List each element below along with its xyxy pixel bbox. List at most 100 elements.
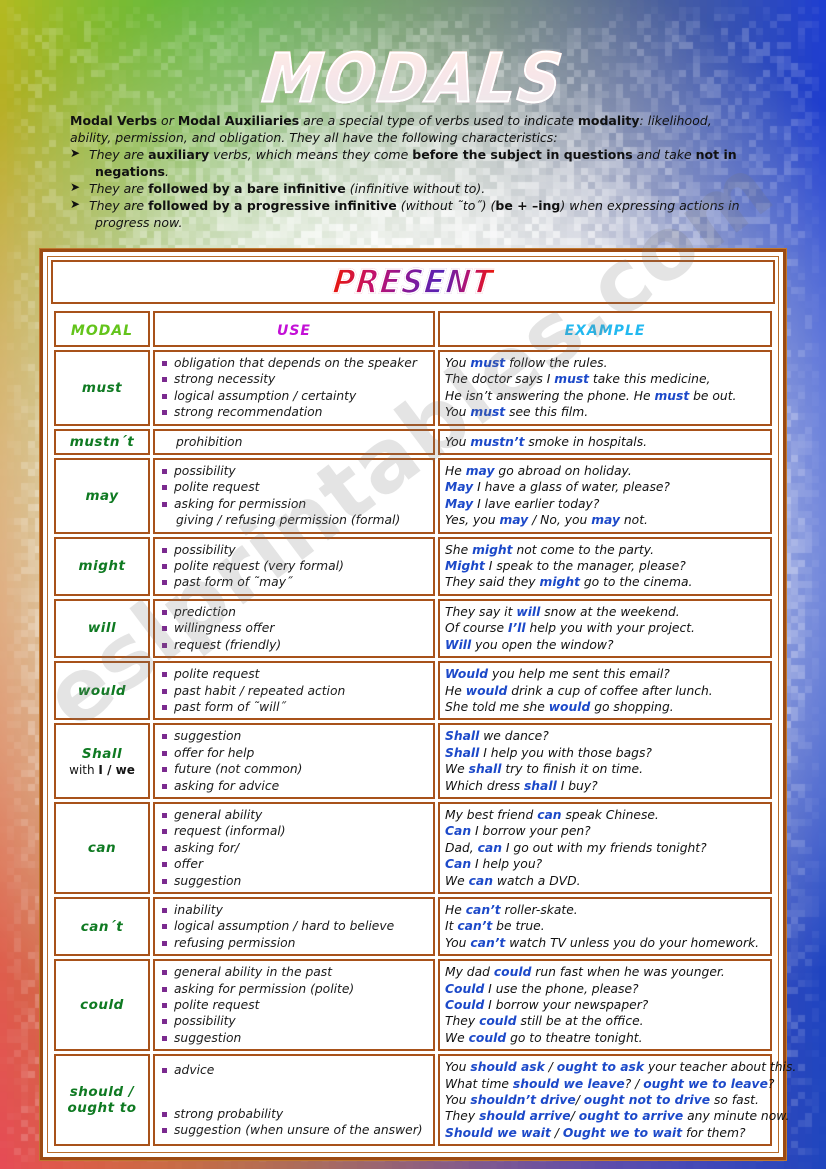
table-row: Shall with I / we suggestion offer for help… bbox=[54, 723, 772, 799]
worksheet-sheet: MODALS Modal Verbs or Modal Auxiliaries … bbox=[0, 0, 826, 1169]
use-list-item: prohibition bbox=[176, 434, 243, 449]
example-sentence: The doctor says I must take this medicin… bbox=[445, 372, 711, 387]
example-sentence: Could I borrow your newspaper? bbox=[445, 998, 649, 1012]
highlighted-modal: must bbox=[470, 356, 506, 370]
highlighted-modal: must bbox=[654, 388, 690, 403]
intro-line-1: Modal Verbs or Modal Auxiliaries are a s… bbox=[70, 112, 770, 129]
highlighted-modal: could bbox=[468, 1030, 507, 1045]
modal-name: can´t bbox=[80, 918, 124, 935]
example-sentence: He can’t roller-skate. bbox=[445, 902, 578, 917]
highlighted-modal: Will bbox=[445, 637, 472, 652]
example-sentence: Shall we dance? bbox=[445, 729, 549, 744]
use-list: possibility polite request (very formal) p… bbox=[160, 542, 428, 591]
use-cell: general ability request (informal) asking … bbox=[153, 801, 435, 894]
table-head: MODAL USE EXAMPLE bbox=[54, 311, 772, 347]
use-list-item: logical assumption / certainty bbox=[160, 388, 428, 404]
use-list-item: polite request bbox=[160, 479, 428, 495]
highlighted-modal: can bbox=[468, 873, 493, 888]
highlighted-modal: shall bbox=[523, 778, 557, 793]
intro-b1-before-subject: before the subject in questions bbox=[412, 147, 633, 162]
example-sentence: Yes, you may / No, you may not. bbox=[445, 513, 648, 528]
tense-banner: PRESENT bbox=[51, 260, 775, 304]
highlighted-modal: could bbox=[493, 965, 532, 980]
use-list-item: giving / refusing permission (formal) bbox=[176, 513, 401, 528]
example-sentence: May I lave earlier today? bbox=[445, 496, 600, 511]
modal-cell: might bbox=[54, 536, 150, 596]
highlighted-modal: may bbox=[591, 513, 620, 528]
use-list-item: polite request bbox=[160, 997, 428, 1013]
intro-b2-c: (infinitive without to). bbox=[345, 181, 486, 196]
modal-cell: could bbox=[54, 959, 150, 1052]
highlighted-modal: can bbox=[477, 840, 502, 855]
table-row: could general ability in the past asking f… bbox=[54, 959, 772, 1052]
use-list-item: general ability bbox=[160, 807, 428, 823]
use-list-item: strong probability bbox=[160, 1106, 428, 1122]
modal-name: must bbox=[81, 379, 123, 396]
example-cell: Shall we dance? Shall I help you with tho… bbox=[438, 723, 772, 799]
highlighted-modal: ought to ask bbox=[556, 1060, 645, 1075]
example-cell: You should ask / ought to ask your teach… bbox=[438, 1054, 796, 1147]
highlighted-modal: must bbox=[554, 372, 590, 387]
example-sentence: We can watch a DVD. bbox=[445, 873, 581, 888]
example-sentence: What time should we leave? / ought we to… bbox=[445, 1076, 775, 1091]
highlighted-modal: can’t bbox=[470, 935, 506, 950]
example-cell: My best friend can speak Chinese. Can I b… bbox=[438, 801, 772, 894]
highlighted-modal: Shall bbox=[445, 729, 480, 744]
use-list-item: willingness offer bbox=[160, 620, 428, 636]
use-list-item: suggestion bbox=[160, 873, 428, 889]
highlighted-modal: Would bbox=[445, 667, 489, 682]
modal-name: should / bbox=[69, 1084, 135, 1101]
use-list: possibility polite request asking for perm… bbox=[160, 463, 428, 529]
intro-b1-not-in: not in bbox=[695, 147, 737, 162]
modal-name: mustn´t bbox=[69, 433, 135, 450]
highlighted-modal: ought not to drive bbox=[583, 1093, 711, 1108]
example-sentence: Can I help you? bbox=[445, 857, 543, 872]
highlighted-modal: may bbox=[465, 464, 495, 479]
example-sentence: May I have a glass of water, please? bbox=[445, 480, 670, 495]
highlighted-modal: shall bbox=[468, 762, 502, 777]
column-header-example: EXAMPLE bbox=[438, 311, 772, 347]
example-sentence: You must follow the rules. bbox=[445, 356, 608, 370]
use-list-item: asking for permission bbox=[160, 496, 428, 512]
intro-b1-auxiliary: auxiliary bbox=[148, 147, 210, 162]
example-sentence: She told me she would go shopping. bbox=[445, 699, 674, 714]
highlighted-modal: can bbox=[537, 807, 562, 822]
example-list: He can’t roller-skate. It can’t be true. Y… bbox=[445, 902, 765, 951]
example-sentence: Can I borrow your pen? bbox=[445, 824, 591, 839]
intro-paragraph: Modal Verbs or Modal Auxiliaries are a s… bbox=[70, 112, 770, 231]
highlighted-modal: Ought we to wait bbox=[562, 1125, 683, 1140]
modal-name: would bbox=[77, 682, 127, 699]
modal-cell: may bbox=[54, 458, 150, 534]
highlighted-modal: should we leave bbox=[512, 1076, 625, 1091]
example-cell: He can’t roller-skate. It can’t be true. Y… bbox=[438, 896, 772, 957]
column-header-use-label: USE bbox=[276, 322, 311, 339]
highlighted-modal: May bbox=[445, 480, 474, 495]
highlighted-modal: must bbox=[470, 405, 506, 420]
example-sentence: They said they might go to the cinema. bbox=[445, 575, 693, 590]
use-cell: general ability in the past asking for pe… bbox=[153, 959, 435, 1052]
use-list-item: future (not common) bbox=[160, 761, 428, 777]
use-list-item: suggestion bbox=[160, 1030, 428, 1046]
use-list-item: offer for help bbox=[160, 745, 428, 761]
use-cell: polite request past habit / repeated acti… bbox=[153, 661, 435, 721]
intro-b1-period: . bbox=[164, 164, 169, 179]
use-cell: prohibition bbox=[153, 428, 435, 456]
table-row: mustn´t prohibition You mustn’t smoke in h… bbox=[54, 428, 772, 456]
intro-b3-c: (without ˜to˝) ( bbox=[396, 198, 496, 213]
example-cell: You must follow the rules. The doctor say… bbox=[438, 350, 772, 426]
highlighted-modal: would bbox=[548, 699, 591, 714]
example-list: They say it will snow at the weekend. Of … bbox=[445, 604, 765, 653]
highlighted-modal: should arrive bbox=[479, 1109, 571, 1124]
example-list: Shall we dance? Shall I help you with tho… bbox=[445, 728, 765, 794]
example-list: He may go abroad on holiday. May I have a… bbox=[445, 463, 765, 529]
intro-b3-progressive-infinitive: followed by a progressive infinitive bbox=[148, 198, 397, 213]
intro-b3-be-ing: be + –ing bbox=[495, 198, 561, 213]
use-list: general ability request (informal) asking … bbox=[160, 807, 428, 889]
example-cell: She might not come to the party. Might I … bbox=[438, 536, 772, 596]
example-sentence: She might not come to the party. bbox=[445, 542, 655, 557]
example-cell: They say it will snow at the weekend. Of … bbox=[438, 598, 772, 659]
use-list-item: asking for/ bbox=[160, 840, 428, 856]
intro-bullet-1: ➤ They are auxiliary verbs, which means t… bbox=[70, 146, 770, 163]
modal-name: will bbox=[87, 620, 117, 637]
intro-b2-a: They are bbox=[89, 181, 149, 196]
